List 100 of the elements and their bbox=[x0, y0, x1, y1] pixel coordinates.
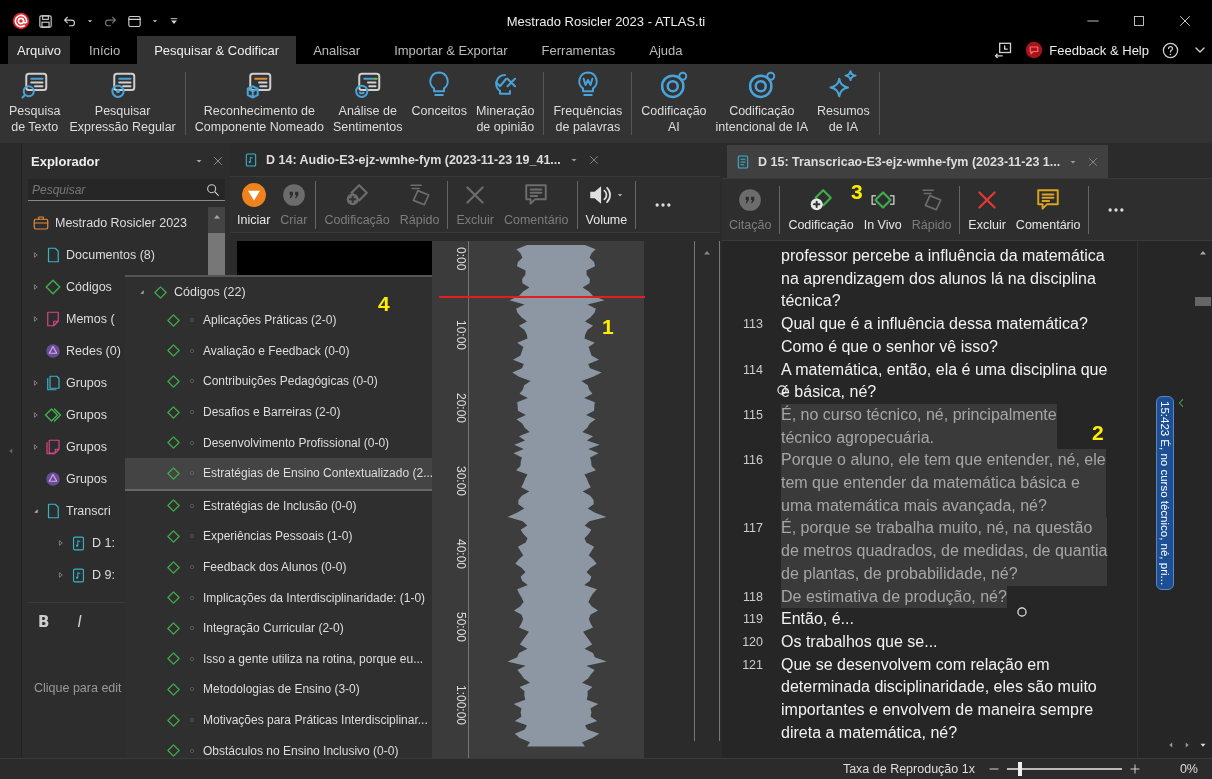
tree-item[interactable]: Redes (0) bbox=[66, 344, 121, 358]
quote-icon bbox=[280, 182, 307, 208]
transcript-paragraph[interactable]: Porque o aluno, ele tem que entender, né, ele tem que entender da matemática básica e uma matemática mais avançada, né? bbox=[781, 449, 1106, 518]
search-field[interactable]: Pesquisar bbox=[28, 179, 225, 201]
code-list-item[interactable]: Integração Curricular (2-0) bbox=[125, 612, 432, 644]
line-number: 121 bbox=[742, 657, 763, 672]
scrollbar-thumb[interactable] bbox=[1195, 297, 1211, 306]
code-list-item[interactable]: Contribuições Pedagógicas (0-0) bbox=[125, 366, 432, 397]
time-label: 1:00:00 bbox=[453, 685, 468, 728]
ribbon-button[interactable]: Pesquisar Expressão Regular bbox=[66, 68, 179, 139]
menu-tab[interactable]: Ajuda bbox=[632, 36, 700, 64]
code-list-item[interactable]: Obstáculos no Ensino Inclusivo (0-0) bbox=[125, 735, 432, 766]
ring-icon bbox=[746, 70, 777, 100]
briefcase-icon bbox=[32, 214, 50, 232]
window-title: Mestrado Rosicler 2023 - ATLAS.ti bbox=[506, 14, 706, 29]
tree-item[interactable]: Documentos (8) bbox=[66, 248, 155, 262]
toolbar-button[interactable]: Iniciar bbox=[234, 182, 274, 227]
annotation-number: 4 bbox=[378, 292, 390, 316]
diamond-plus-icon bbox=[808, 187, 835, 213]
transcript-paragraph[interactable]: É, no curso técnico, né, principalmente técnico agropecuária. bbox=[781, 403, 1057, 450]
code-list-item[interactable]: Estratégias de Ensino Contextualizado (2... bbox=[125, 457, 432, 491]
format-button[interactable]: B bbox=[38, 613, 50, 631]
diamonds-icon bbox=[44, 406, 62, 424]
plus-icon[interactable] bbox=[1127, 762, 1142, 776]
menu-tab[interactable]: Início bbox=[72, 36, 138, 64]
toolbar-button[interactable]: Comentário bbox=[1012, 187, 1084, 232]
tree-item[interactable]: Grupos bbox=[66, 440, 107, 454]
transcript-paragraph[interactable]: É, porque se trabalha muito, né, na questão de metros quadrados, de medidas, de quantia de plantas, de probabilidade, né? bbox=[781, 517, 1108, 586]
tree-item[interactable]: D 1: bbox=[92, 536, 115, 550]
audio-document-icon bbox=[70, 566, 87, 584]
time-label: 30:00 bbox=[453, 466, 468, 499]
transcript-paragraph[interactable]: Qual que é a influência dessa matemática? Como é que o senhor vê isso? bbox=[781, 313, 1088, 359]
diamond-icon bbox=[166, 590, 181, 606]
transcript-paragraph[interactable]: professor percebe a influência da matemática na aprendizagem dos alunos lá na disciplina técnica? bbox=[781, 245, 1105, 314]
memo-icon bbox=[44, 310, 62, 328]
ribbon-button[interactable]: Análise de Sentimentos bbox=[330, 68, 406, 139]
time-label: 50:00 bbox=[453, 612, 468, 645]
transcript-paragraph[interactable]: De estimativa de produção, né? bbox=[781, 585, 1007, 609]
toolbar-button[interactable]: Excluir bbox=[965, 187, 1009, 232]
save-icon[interactable] bbox=[37, 12, 54, 30]
code-list-item[interactable]: Experiências Pessoais (1-0) bbox=[125, 521, 432, 552]
ribbon-button[interactable]: Pesquisa de Texto bbox=[6, 68, 64, 139]
code-list-item[interactable]: Motivações para Práticas Interdisciplinar... bbox=[125, 704, 432, 736]
annotation-number: 1 bbox=[602, 315, 614, 339]
sparkle-icon bbox=[828, 70, 859, 100]
ribbon-button[interactable]: Mineração de opinião bbox=[473, 68, 538, 139]
ribbon-button[interactable]: Conceitos bbox=[408, 68, 471, 139]
bracket-icon bbox=[1176, 396, 1186, 410]
slider-thumb[interactable] bbox=[1018, 762, 1023, 776]
tree-item[interactable]: Códigos bbox=[66, 280, 112, 294]
code-list-item[interactable]: Estratégias de Inclusão (0-0) bbox=[125, 490, 432, 522]
annotation-number: 2 bbox=[1092, 421, 1104, 445]
code-list-item[interactable]: Desafios e Barreiras (2-0) bbox=[125, 396, 432, 428]
code-group-label[interactable]: Códigos (22) bbox=[174, 285, 246, 299]
menu-tab[interactable]: Ferramentas bbox=[524, 36, 633, 64]
diamond-icon bbox=[166, 651, 181, 667]
line-number: 117 bbox=[743, 521, 763, 536]
code-list-item[interactable]: Metodologias de Ensino (3-0) bbox=[125, 674, 432, 705]
code-list-item[interactable]: Avaliação e Feedback (0-0) bbox=[125, 335, 432, 367]
transcript-paragraph[interactable]: Que se desenvolvem com relação em determinada disciplinaridade, eles são muito importantes e envolvem de maneira sempre direta a matemática, né? bbox=[781, 653, 1097, 745]
tree-item[interactable]: Grupos bbox=[66, 408, 107, 422]
tree-item[interactable]: Mestrado Rosicler 2023 bbox=[55, 216, 187, 230]
code-list-item[interactable]: Feedback dos Alunos (0-0) bbox=[125, 551, 432, 583]
tree-item[interactable]: D 9: bbox=[92, 568, 115, 582]
scrollbar[interactable] bbox=[694, 241, 720, 741]
code-list-item[interactable]: Desenvolvimento Profissional (0-0) bbox=[125, 427, 432, 458]
help-icon[interactable] bbox=[1161, 40, 1180, 60]
menu-tab[interactable]: Pesquisar & Codificar bbox=[137, 36, 297, 64]
code-list-item[interactable]: Isso a gente utiliza na rotina, porque eu... bbox=[125, 643, 432, 675]
tree-item[interactable]: Memos ( bbox=[66, 312, 115, 326]
line-number: 113 bbox=[743, 317, 763, 332]
documents-icon bbox=[44, 374, 62, 392]
diamond-icon bbox=[166, 498, 181, 514]
quotation-tag[interactable]: 15:423 É, no curso técnico, né, pri... bbox=[1156, 396, 1174, 591]
time-label: 10:00 bbox=[453, 320, 468, 353]
ribbon-button[interactable]: Resumos de IA bbox=[814, 68, 873, 139]
feedback-button[interactable]: Feedback & Help bbox=[1025, 41, 1149, 59]
ribbon-button[interactable]: Codificação intencional de IA bbox=[712, 68, 811, 139]
line-number: 116 bbox=[743, 453, 763, 468]
tree-item[interactable]: Transcri bbox=[66, 504, 111, 518]
menu-tab[interactable]: Arquivo bbox=[8, 36, 71, 64]
menu-tab[interactable]: Importar & Exportar bbox=[377, 36, 525, 64]
ribbon-button[interactable]: Codificação AI bbox=[638, 68, 710, 139]
transcript-paragraph[interactable]: Então, é... bbox=[781, 608, 854, 631]
ribbon-button[interactable]: Reconhecimento de Componente Nomeado bbox=[191, 68, 327, 139]
transcript-paragraph[interactable]: Os trabalhos que se... bbox=[781, 630, 938, 654]
diamond-icon bbox=[166, 343, 181, 359]
diamond-icon bbox=[166, 620, 181, 636]
tree-item[interactable]: Grupos bbox=[66, 472, 107, 486]
ribbon-button[interactable]: Frequências de palavras bbox=[550, 68, 626, 139]
format-button[interactable]: I bbox=[77, 613, 82, 631]
tree-item[interactable]: Grupos bbox=[66, 376, 107, 390]
toolbar-button[interactable]: Volume bbox=[582, 182, 631, 227]
code-list-item[interactable]: Implicações da Interdisciplinaridade: (1-0) bbox=[125, 582, 432, 613]
diamond-plus-icon bbox=[344, 182, 371, 208]
diamond-icon bbox=[166, 712, 181, 728]
menu-tab[interactable]: Analisar bbox=[296, 36, 378, 64]
presentation-icon[interactable] bbox=[993, 40, 1014, 60]
diamond-icon bbox=[153, 284, 168, 300]
panel-title: Explorador bbox=[30, 153, 101, 169]
